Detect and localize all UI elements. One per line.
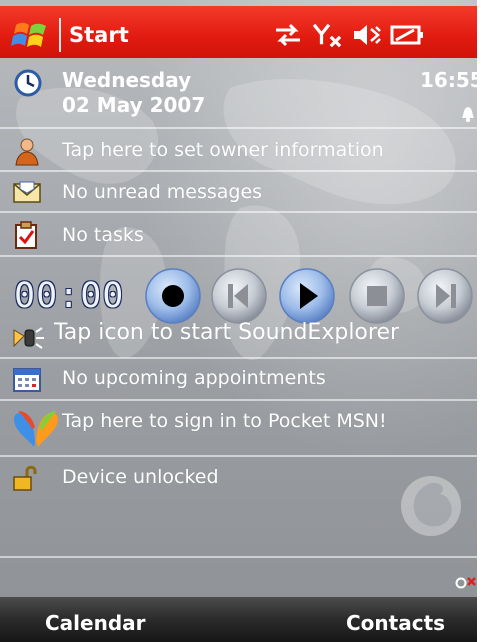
- connection-off-icon[interactable]: [455, 573, 477, 591]
- appointments-row[interactable]: No upcoming appointments: [0, 359, 477, 399]
- clock-icon: [14, 69, 42, 97]
- msn-row[interactable]: Tap here to sign in to Pocket MSN!: [0, 401, 477, 453]
- owner-info-text: Tap here to set owner information: [62, 139, 384, 161]
- bell-icon: [462, 107, 474, 123]
- row-separator: [0, 556, 477, 558]
- title-separator: [59, 18, 61, 52]
- screen: Start Wednesday 02 May 2007 16:55 Tap he…: [0, 0, 482, 642]
- no-signal-icon[interactable]: [311, 22, 345, 48]
- calendar-icon: [13, 368, 41, 392]
- tasks-checklist-icon: [15, 221, 37, 249]
- msn-text: Tap here to sign in to Pocket MSN!: [62, 410, 387, 432]
- soundexplorer-icon: [13, 327, 44, 349]
- owner-person-icon: [15, 138, 39, 166]
- device-lock-row[interactable]: Device unlocked: [0, 457, 477, 497]
- tasks-row[interactable]: No tasks: [0, 213, 477, 255]
- data-connection-icon[interactable]: [273, 22, 303, 48]
- device-lock-text: Device unlocked: [62, 466, 219, 488]
- softkey-bar: Calendar Contacts: [0, 597, 477, 642]
- softkey-contacts[interactable]: Contacts: [346, 611, 445, 635]
- owner-info-row[interactable]: Tap here to set owner information: [0, 129, 477, 171]
- msn-butterfly-icon: [14, 411, 58, 447]
- envelope-icon: [13, 181, 41, 203]
- windows-start-icon[interactable]: [10, 19, 52, 51]
- clock-time: 16:55: [420, 68, 477, 92]
- date-full: 02 May 2007: [62, 93, 206, 117]
- date-row[interactable]: Wednesday 02 May 2007 16:55: [0, 58, 477, 128]
- soundexplorer-text: Tap icon to start SoundExplorer: [54, 320, 400, 345]
- screen-edge: [477, 0, 482, 642]
- padlock-open-icon: [13, 465, 37, 491]
- timer-display: 00:00: [14, 276, 125, 316]
- appointments-text: No upcoming appointments: [62, 367, 326, 389]
- tasks-text: No tasks: [62, 224, 144, 246]
- soundexplorer-row[interactable]: Tap icon to start SoundExplorer: [0, 316, 477, 356]
- today-screen: Start Wednesday 02 May 2007 16:55 Tap he…: [0, 0, 477, 642]
- messages-row[interactable]: No unread messages: [0, 172, 477, 212]
- messages-text: No unread messages: [62, 181, 263, 203]
- title-bar: Start: [0, 6, 477, 58]
- title-text[interactable]: Start: [69, 23, 129, 47]
- softkey-calendar[interactable]: Calendar: [45, 611, 146, 635]
- battery-icon[interactable]: [390, 22, 424, 48]
- speaker-muted-icon[interactable]: [352, 22, 382, 48]
- date-day: Wednesday: [62, 68, 192, 92]
